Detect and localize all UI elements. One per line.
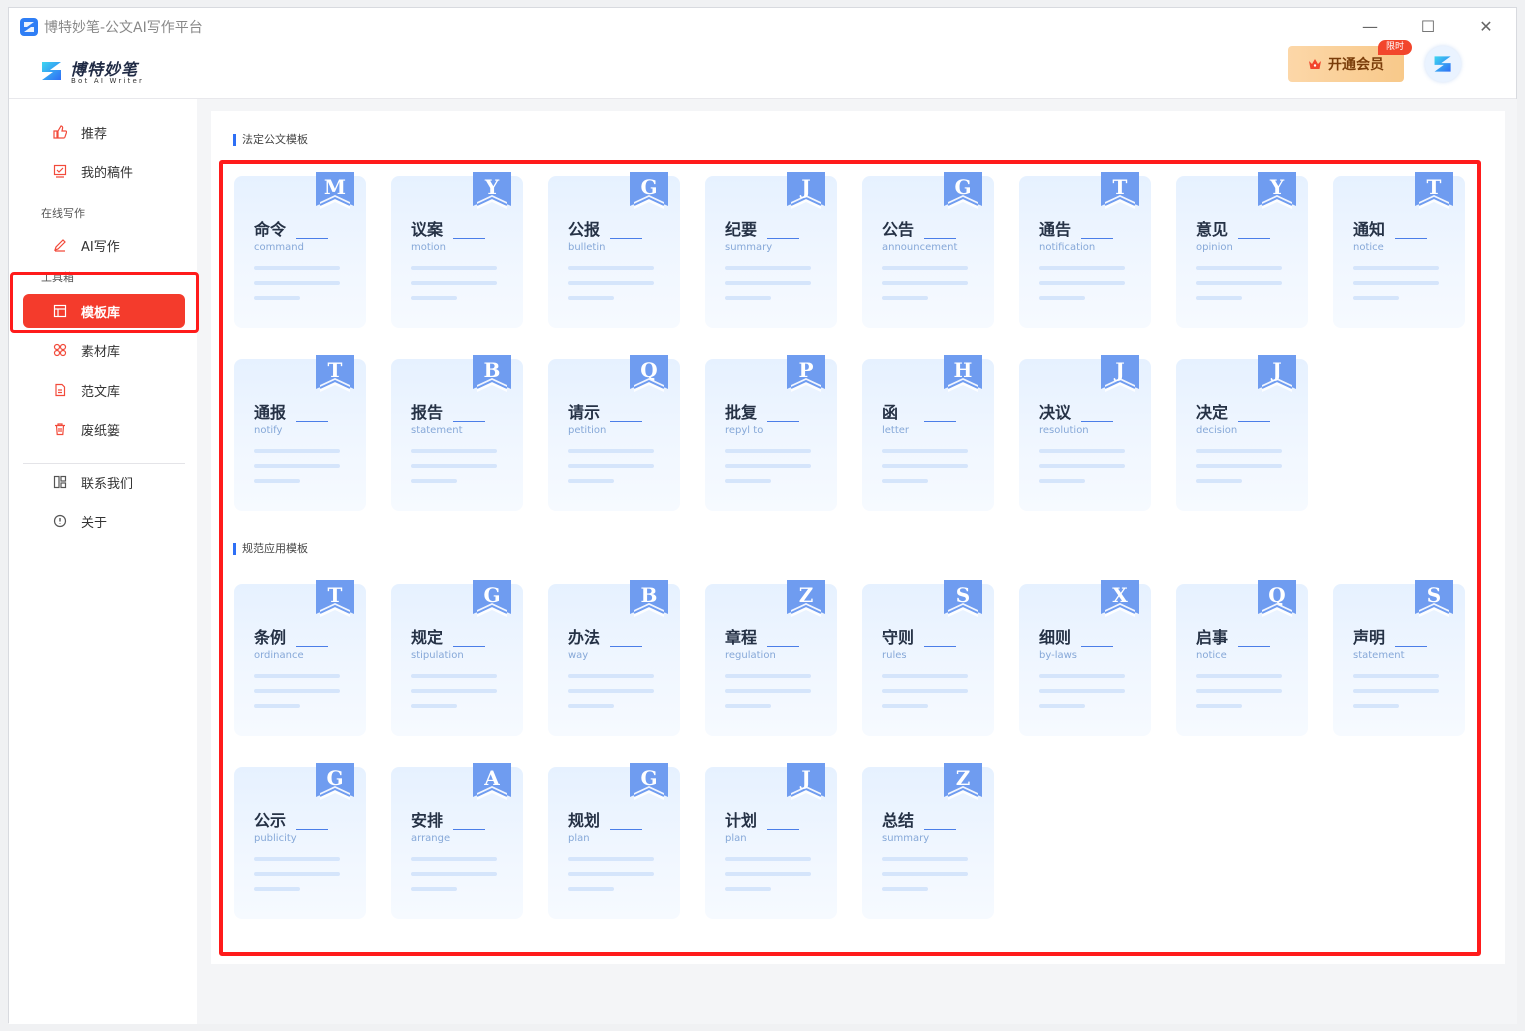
nav-item-ai-write[interactable]: AI写作 [23, 228, 185, 262]
trash-icon [55, 423, 65, 436]
app-logo-icon [20, 18, 38, 36]
sidebar-divider [23, 463, 185, 464]
limited-time-badge: 限时 [1378, 40, 1412, 55]
title-bar[interactable]: 博特妙笔-公文AI写作平台 — ☐ ✕ [9, 8, 1516, 46]
nav-label: 推荐 [81, 126, 108, 142]
thumbs-up-icon [53, 125, 67, 139]
user-avatar[interactable] [1425, 46, 1461, 82]
template-grid-highlight-box [219, 160, 1481, 956]
document-icon [55, 383, 66, 397]
contact-icon [53, 475, 67, 489]
brand-logo-icon [42, 62, 61, 80]
brand-logo: 博特妙笔 Bot AI Writer [39, 56, 149, 90]
info-icon [53, 514, 67, 528]
grid-icon [53, 343, 67, 357]
nav-label: 素材库 [81, 344, 121, 360]
sidebar-highlight-box [10, 272, 199, 333]
nav-item-sample-library[interactable]: 范文库 [23, 373, 185, 407]
nav-label: 联系我们 [81, 476, 134, 492]
nav-item-about[interactable]: 关于 [23, 504, 185, 538]
nav-label: 我的稿件 [81, 165, 134, 181]
nav-item-recommend[interactable]: 推荐 [23, 115, 185, 149]
nav-item-my-drafts[interactable]: 我的稿件 [23, 154, 185, 188]
minimize-icon[interactable]: — [1358, 16, 1382, 38]
nav-label: AI写作 [81, 239, 120, 255]
nav-label: 废纸篓 [81, 423, 121, 439]
vip-label: 开通会员 [1328, 57, 1384, 73]
sidebar: 推荐 我的稿件 在线写作 AI写作 工具箱 模板库 素材库 范文库 废纸篓 联系… [9, 99, 197, 1024]
nav-label: 关于 [81, 515, 108, 531]
window-title: 博特妙笔-公文AI写作平台 [44, 20, 203, 36]
maximize-icon[interactable]: ☐ [1416, 16, 1440, 38]
crown-icon [1309, 59, 1321, 69]
nav-label: 范文库 [81, 384, 121, 400]
nav-item-contact[interactable]: 联系我们 [23, 465, 185, 499]
draft-icon [53, 164, 67, 178]
brand-name-en: Bot AI Writer [71, 77, 145, 85]
section-title-statutory: 法定公文模板 [233, 134, 308, 146]
pen-icon [54, 239, 66, 252]
nav-group-online-writing: 在线写作 [41, 207, 85, 220]
avatar-logo-icon [1434, 56, 1451, 72]
nav-item-trash[interactable]: 废纸篓 [23, 412, 185, 446]
close-icon[interactable]: ✕ [1474, 16, 1498, 38]
nav-item-material-library[interactable]: 素材库 [23, 333, 185, 367]
